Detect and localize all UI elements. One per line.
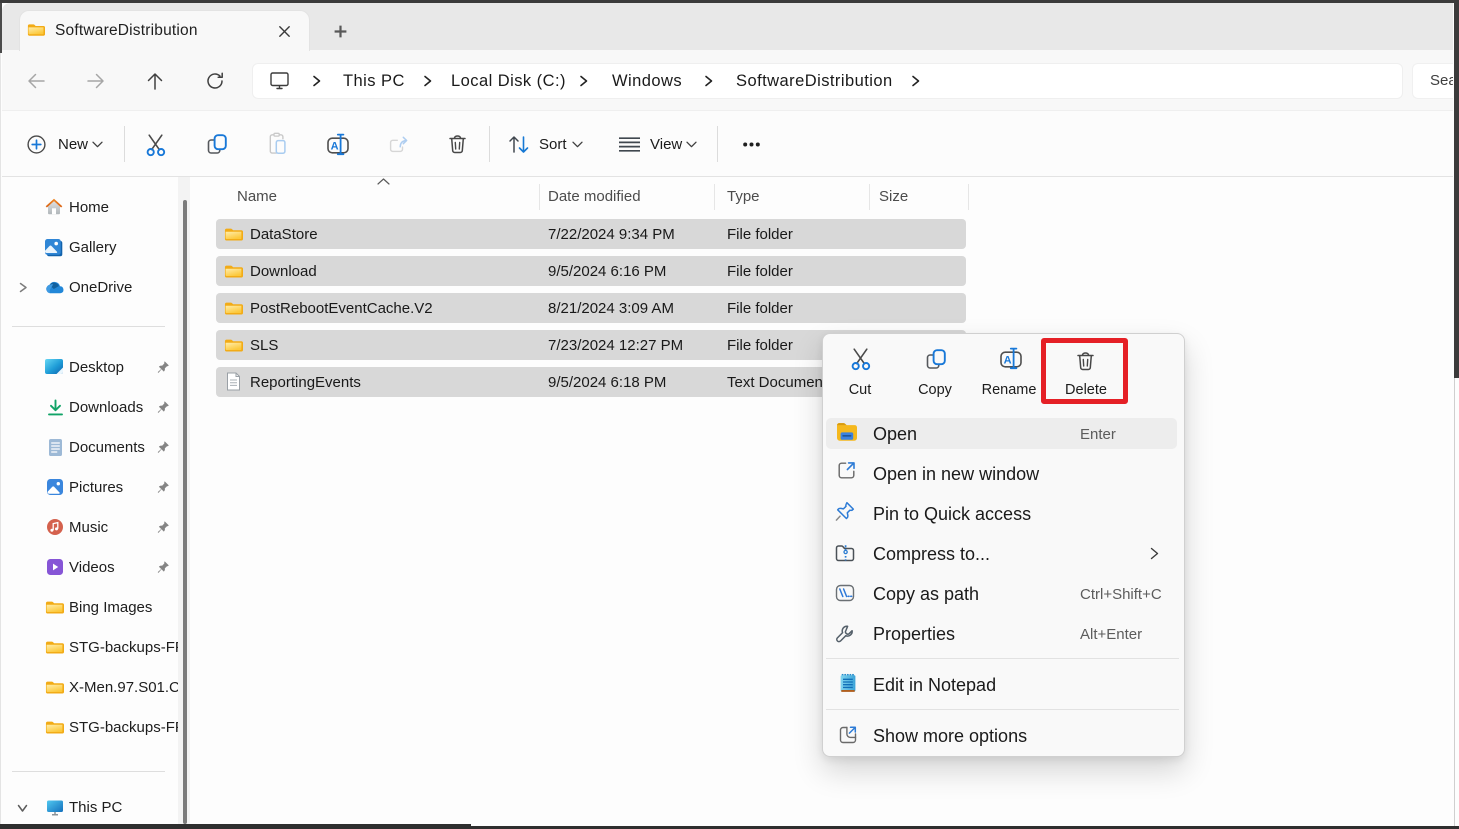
svg-text:A: A: [1004, 354, 1012, 366]
svg-text:A: A: [331, 140, 339, 152]
